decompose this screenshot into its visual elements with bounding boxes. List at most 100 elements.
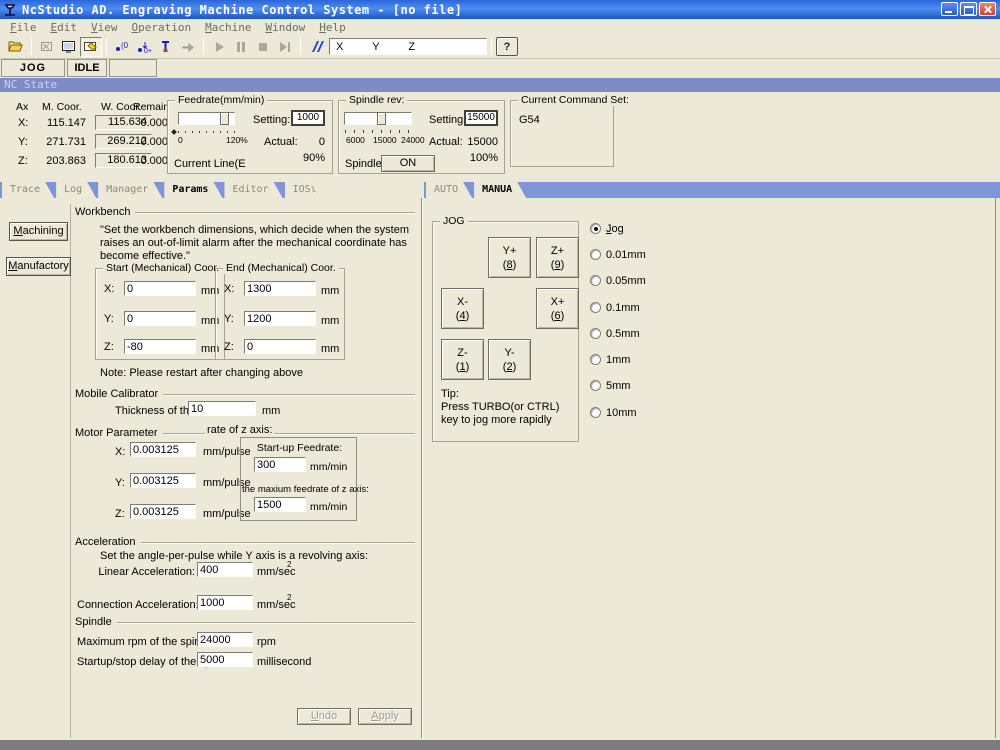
start-z-input[interactable] — [124, 339, 196, 354]
menu-operation[interactable]: Operation — [126, 21, 198, 34]
radio-0-01mm-label[interactable]: 0.01mm — [606, 249, 646, 261]
stop-icon[interactable] — [252, 37, 274, 57]
simulate-icon[interactable] — [36, 37, 58, 57]
jog-x-minus-button[interactable]: X- 4 — [441, 288, 484, 329]
tab-iostate[interactable]: IOState — [285, 182, 349, 198]
startup-feedrate-input[interactable] — [254, 457, 306, 472]
menu-machine[interactable]: Machine — [199, 21, 257, 34]
feedrate-setting-value[interactable]: 1000 — [291, 110, 325, 126]
spindle-slider-thumb[interactable] — [377, 112, 386, 125]
trace-mode-icon[interactable] — [80, 37, 102, 57]
close-icon[interactable] — [979, 2, 996, 16]
radio-jog-label[interactable]: Jog — [606, 223, 624, 235]
tab-params[interactable]: Params — [164, 182, 222, 198]
radio-0-01mm[interactable] — [590, 249, 601, 260]
max-rpm-input[interactable] — [197, 632, 253, 647]
acceleration-title: Acceleration — [75, 536, 136, 548]
axis-select-input[interactable] — [329, 38, 487, 55]
machine-state-panel: Ax M. Coor. W. Coor. Remained X: 115.147… — [0, 92, 1000, 181]
feedrate-slider-thumb[interactable] — [220, 112, 229, 125]
single-step-icon[interactable] — [274, 37, 296, 57]
motor-y-input[interactable] — [130, 473, 196, 488]
back-to-origin-icon[interactable]: 0+ — [133, 37, 155, 57]
maxz-feedrate-input[interactable] — [254, 497, 306, 512]
motor-x-input[interactable] — [130, 442, 196, 457]
radio-0-05mm[interactable] — [590, 275, 601, 286]
spindle-on-button[interactable]: ON — [381, 155, 435, 172]
maximize-icon[interactable] — [960, 2, 977, 16]
minimize-icon[interactable] — [941, 2, 958, 16]
start-y-label: Y: — [104, 313, 114, 325]
menu-help[interactable]: Help — [313, 21, 352, 34]
handwheel-icon[interactable] — [305, 37, 327, 57]
jog-y-minus-key: 2 — [503, 361, 516, 373]
menu-window[interactable]: Window — [259, 21, 311, 34]
open-file-icon[interactable] — [5, 37, 27, 57]
menu-edit[interactable]: Edit — [45, 21, 84, 34]
radio-1mm-label[interactable]: 1mm — [606, 354, 630, 366]
tab-editor[interactable]: Editor — [224, 182, 282, 198]
radio-0-5mm-label[interactable]: 0.5mm — [606, 328, 640, 340]
pause-icon[interactable] — [230, 37, 252, 57]
conn-accel-sup: 2 — [287, 593, 291, 602]
start-y-input[interactable] — [124, 311, 196, 326]
tab-trace[interactable]: Trace — [2, 182, 54, 198]
help-icon[interactable]: ? — [496, 37, 518, 56]
motor-z-input[interactable] — [130, 504, 196, 519]
conn-accel-input[interactable] — [197, 595, 253, 610]
end-y-input[interactable] — [244, 311, 316, 326]
radio-5mm-label[interactable]: 5mm — [606, 380, 630, 392]
command-set-value: G54 — [519, 114, 540, 126]
go-forward-icon[interactable] — [177, 37, 199, 57]
tab-log[interactable]: Log — [56, 182, 96, 198]
radio-jog[interactable] — [590, 223, 601, 234]
mode-tab-jog[interactable]: JOG — [1, 59, 65, 77]
toolbar-separator — [31, 38, 32, 55]
manufactory-button[interactable]: Manufactory — [6, 257, 71, 276]
maxz-feedrate-label: the maxium feedrate of z axis: — [242, 484, 357, 495]
jog-x-plus-button[interactable]: X+ 6 — [536, 288, 579, 329]
jog-z-minus-button[interactable]: Z- 1 — [441, 339, 484, 380]
jog-y-minus-button[interactable]: Y- 2 — [488, 339, 531, 380]
start-x-input[interactable] — [124, 281, 196, 296]
jog-y-minus-label: Y- — [505, 347, 515, 359]
set-origin-icon[interactable]: (0 — [111, 37, 133, 57]
startup-feedrate-box: Start-up Feedrate: mm/min the maxium fee… — [240, 437, 357, 521]
delay-input[interactable] — [197, 652, 253, 667]
jog-y-plus-button[interactable]: Y+ 8 — [488, 237, 531, 278]
radio-10mm[interactable] — [590, 407, 601, 418]
radio-0-1mm[interactable] — [590, 302, 601, 313]
tab-manager[interactable]: Manager — [98, 182, 162, 198]
jog-z-plus-button[interactable]: Z+ 9 — [536, 237, 579, 278]
radio-0-5mm[interactable] — [590, 328, 601, 339]
linear-accel-input[interactable] — [197, 562, 253, 577]
mobile-calibrator-title: Mobile Calibrator — [75, 388, 158, 400]
menu-view[interactable]: View — [85, 21, 124, 34]
conn-accel-label: Connection Acceleration: — [77, 599, 195, 611]
motor-parameter-title: Motor Parameter — [75, 427, 158, 439]
end-z-input[interactable] — [244, 339, 316, 354]
axis-label-z: Z: — [18, 155, 28, 167]
radio-5mm[interactable] — [590, 380, 601, 391]
radio-10mm-label[interactable]: 10mm — [606, 407, 637, 419]
radio-1mm[interactable] — [590, 354, 601, 365]
bottom-strip — [0, 740, 1000, 750]
end-x-input[interactable] — [244, 281, 316, 296]
start-x-label: X: — [104, 283, 114, 295]
start-icon[interactable] — [208, 37, 230, 57]
end-z-unit: mm — [321, 343, 339, 355]
spindle-setting-value[interactable]: 15000 — [464, 110, 498, 126]
menu-file[interactable]: File — [4, 21, 43, 34]
display-window-icon[interactable] — [58, 37, 80, 57]
radio-0-05mm-label[interactable]: 0.05mm — [606, 275, 646, 287]
tool-calibration-icon[interactable] — [155, 37, 177, 57]
machining-button[interactable]: Machining — [9, 222, 68, 241]
tab-auto[interactable]: AUTO — [426, 182, 472, 198]
maxz-feedrate-unit: mm/min — [310, 501, 347, 513]
thickness-input[interactable] — [188, 401, 256, 416]
radio-0-1mm-label[interactable]: 0.1mm — [606, 302, 640, 314]
apply-button[interactable]: Apply — [358, 708, 412, 725]
workbench-title: Workbench — [75, 206, 130, 218]
tab-manual[interactable]: MANUA — [474, 182, 526, 198]
undo-button[interactable]: Undo — [297, 708, 351, 725]
